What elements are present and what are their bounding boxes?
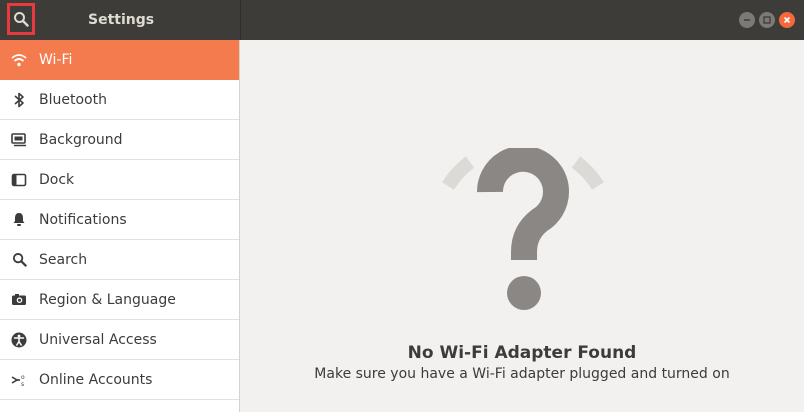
bell-icon (10, 211, 28, 229)
sidebar-item-background[interactable]: Background (0, 120, 239, 160)
empty-state-subtitle: Make sure you have a Wi-Fi adapter plugg… (314, 366, 730, 382)
sidebar-item-label: Notifications (39, 211, 127, 228)
close-icon (783, 16, 791, 24)
sidebar-item-notifications[interactable]: Notifications (0, 200, 239, 240)
sidebar-item-label: Online Accounts (39, 371, 153, 388)
empty-state-title: No Wi-Fi Adapter Found (407, 343, 637, 363)
minimize-icon (744, 19, 750, 21)
close-button[interactable] (779, 12, 795, 28)
svg-text:o: o (21, 374, 25, 381)
sidebar-item-search[interactable]: Search (0, 240, 239, 280)
search-button[interactable] (7, 3, 35, 35)
maximize-icon (763, 16, 771, 24)
window-controls (739, 12, 795, 28)
accessibility-icon (10, 331, 28, 349)
minimize-button[interactable] (739, 12, 755, 28)
sidebar: Wi-Fi Bluetooth Background Dock Notifica… (0, 40, 240, 412)
sidebar-item-label: Search (39, 251, 88, 268)
sidebar-item-label: Universal Access (39, 331, 157, 348)
main-panel: No Wi-Fi Adapter Found Make sure you hav… (240, 40, 804, 412)
sidebar-item-universal-access[interactable]: Universal Access (0, 320, 239, 360)
question-mark-icon (442, 148, 604, 310)
dock-icon (10, 171, 28, 189)
background-icon (10, 131, 28, 149)
header-bar: Settings (0, 0, 804, 40)
online-accounts-icon: o s (10, 371, 28, 389)
sidebar-item-label: Wi-Fi (39, 51, 73, 68)
sidebar-item-dock[interactable]: Dock (0, 160, 239, 200)
sidebar-item-online-accounts[interactable]: o s Online Accounts (0, 360, 239, 400)
sidebar-item-wifi[interactable]: Wi-Fi (0, 40, 239, 80)
sidebar-item-label: Background (39, 131, 123, 148)
wifi-icon (10, 51, 28, 69)
sidebar-item-label: Bluetooth (39, 91, 107, 108)
search-icon (14, 12, 29, 27)
camera-icon (10, 291, 28, 309)
maximize-button[interactable] (759, 12, 775, 28)
svg-text:s: s (21, 381, 24, 388)
sidebar-item-bluetooth[interactable]: Bluetooth (0, 80, 239, 120)
search-icon (10, 251, 28, 269)
sidebar-item-region-language[interactable]: Region & Language (0, 280, 239, 320)
bluetooth-icon (10, 91, 28, 109)
sidebar-item-label: Dock (39, 171, 75, 188)
header-left: Settings (0, 0, 241, 40)
sidebar-item-label: Region & Language (39, 291, 176, 308)
window-title: Settings (88, 12, 155, 28)
